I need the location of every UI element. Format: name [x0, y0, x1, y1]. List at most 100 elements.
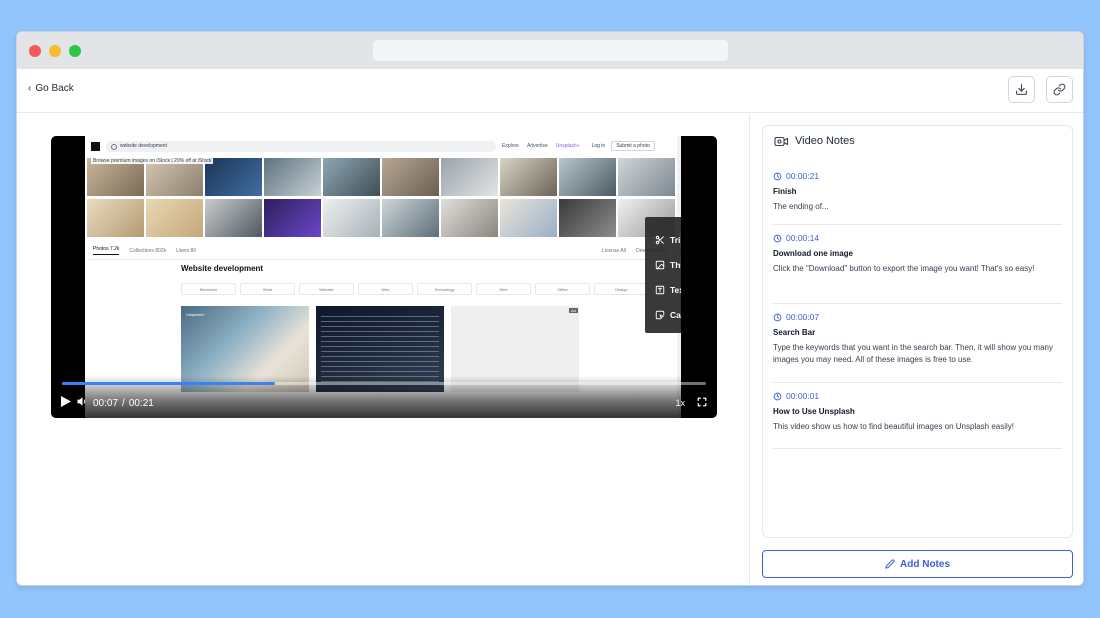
frame-photo-tag: Unsplash+ [186, 312, 206, 317]
chevron-left-icon: ‹ [28, 83, 32, 94]
video-player[interactable]: website development Explore Advertise Un… [51, 136, 717, 418]
grid-image [559, 158, 616, 196]
note-item[interactable]: 00:00:21 Finish The ending of... [773, 163, 1062, 225]
play-icon [61, 396, 71, 407]
frame-chip: Work [240, 283, 295, 295]
menu-item-call-to-action[interactable]: Call-to-action [645, 302, 681, 327]
text-icon [655, 285, 665, 294]
frame-tab-users: Users 80 [176, 247, 197, 254]
grid-image [441, 158, 498, 196]
frame-submit: Submit a photo [611, 141, 655, 151]
menu-item-text[interactable]: Text [645, 277, 681, 302]
video-duration: 00:21 [128, 397, 154, 409]
video-context-menu: Trim Thumbnail Text Call-to-action [645, 217, 681, 333]
add-notes-button[interactable]: Add Notes [762, 550, 1073, 578]
frame-filter-license: License All [601, 247, 626, 254]
note-item[interactable]: 00:00:14 Download one image Click the "D… [773, 225, 1062, 304]
menu-item-trim[interactable]: Trim [645, 227, 681, 252]
frame-nav-explore: Explore [502, 143, 519, 149]
maximize-window-dot[interactable] [69, 45, 81, 57]
notes-panel-title: Video Notes [795, 135, 855, 147]
address-bar[interactable] [373, 40, 728, 61]
grid-image [323, 158, 380, 196]
video-notes-icon [774, 136, 789, 146]
notes-panel-header: Video Notes [774, 135, 855, 147]
note-title: How to Use Unsplash [773, 407, 855, 416]
cursor-click-icon [655, 310, 665, 319]
grid-image [146, 199, 203, 237]
note-description: This video show us how to find beautiful… [773, 422, 1015, 431]
frame-search-bar: website development [106, 140, 496, 152]
go-back-link[interactable]: ‹ Go Back [28, 83, 74, 94]
note-timestamp[interactable]: 00:00:01 [773, 391, 1062, 401]
note-timestamp[interactable]: 00:00:07 [773, 312, 1062, 322]
note-description: The ending of... [773, 202, 829, 211]
frame-chip: Design [594, 283, 649, 295]
play-button[interactable] [61, 396, 71, 410]
link-icon [1053, 83, 1066, 96]
go-back-label: Go Back [35, 83, 74, 94]
grid-image [500, 199, 557, 237]
menu-item-label: Thumbnail [670, 259, 681, 270]
grid-image [618, 158, 675, 196]
frame-nav-plus: Unsplash+ [555, 143, 580, 149]
unsplash-logo [91, 141, 100, 151]
note-item[interactable]: 00:00:07 Search Bar Type the keywords th… [773, 304, 1062, 383]
grid-image [382, 158, 439, 196]
fullscreen-button[interactable] [697, 397, 707, 410]
grid-image [264, 158, 321, 196]
clock-icon [773, 172, 782, 180]
page-header: ‹ Go Back [17, 69, 1083, 113]
pencil-icon [885, 559, 895, 569]
video-current-time: 00:07 [93, 397, 119, 409]
fullscreen-icon [697, 397, 707, 406]
frame-chip: Electronic [181, 283, 236, 295]
video-notes-panel: Video Notes 00:00:21 Finish The ending o… [762, 125, 1073, 538]
note-timestamp[interactable]: 00:00:14 [773, 233, 1062, 243]
grid-image [500, 158, 557, 196]
volume-icon [77, 397, 86, 406]
note-timestamp[interactable]: 00:00:21 [773, 171, 1062, 181]
grid-image [323, 199, 380, 237]
note-item[interactable]: 00:00:01 How to Use Unsplash This video … [773, 383, 1062, 449]
grid-image [264, 199, 321, 237]
scissors-icon [655, 235, 664, 244]
copy-link-button[interactable] [1046, 76, 1073, 103]
close-window-dot[interactable] [29, 45, 41, 57]
notes-list: 00:00:21 Finish The ending of... 00:00:1… [773, 163, 1062, 449]
frame-topbar: website development Explore Advertise Un… [85, 136, 681, 156]
frame-nav: Explore Advertise Unsplash+ [502, 143, 580, 149]
grid-image [205, 199, 262, 237]
frame-chip: Office [535, 283, 590, 295]
playback-speed-button[interactable]: 1x [675, 398, 685, 408]
frame-search-text: website development [120, 143, 167, 149]
grid-image [559, 199, 616, 237]
minimize-window-dot[interactable] [49, 45, 61, 57]
menu-item-label: Call-to-action [670, 309, 681, 320]
frame-nav-advertise: Advertise [526, 143, 548, 149]
frame-ad-tag: Ad [569, 308, 578, 313]
volume-button[interactable] [77, 396, 88, 410]
video-control-right: 1x [675, 397, 707, 410]
menu-item-thumbnail[interactable]: Thumbnail [645, 252, 681, 277]
frame-chip: Shirt [476, 283, 531, 295]
clock-icon [773, 234, 782, 242]
image-icon [655, 260, 665, 269]
grid-image [382, 199, 439, 237]
grid-image [87, 199, 144, 237]
note-time: 00:00:01 [786, 391, 820, 401]
grid-image [441, 199, 498, 237]
note-title: Search Bar [773, 328, 816, 337]
video-progress-bar[interactable] [62, 382, 706, 385]
menu-item-label: Trim [670, 234, 681, 245]
video-controls: 00:07 / 00:21 1x [51, 376, 717, 418]
browser-titlebar [17, 32, 1083, 69]
download-button[interactable] [1008, 76, 1035, 103]
frame-tab-collections: Collections 802k [129, 247, 167, 254]
frame-chip: Web [358, 283, 413, 295]
frame-chip: Website [299, 283, 354, 295]
video-control-bar: 00:07 / 00:21 1x [61, 396, 707, 410]
grid-image [205, 158, 262, 196]
video-time-separator: / [122, 397, 125, 409]
note-description: Type the keywords that you want in the s… [773, 343, 1053, 364]
